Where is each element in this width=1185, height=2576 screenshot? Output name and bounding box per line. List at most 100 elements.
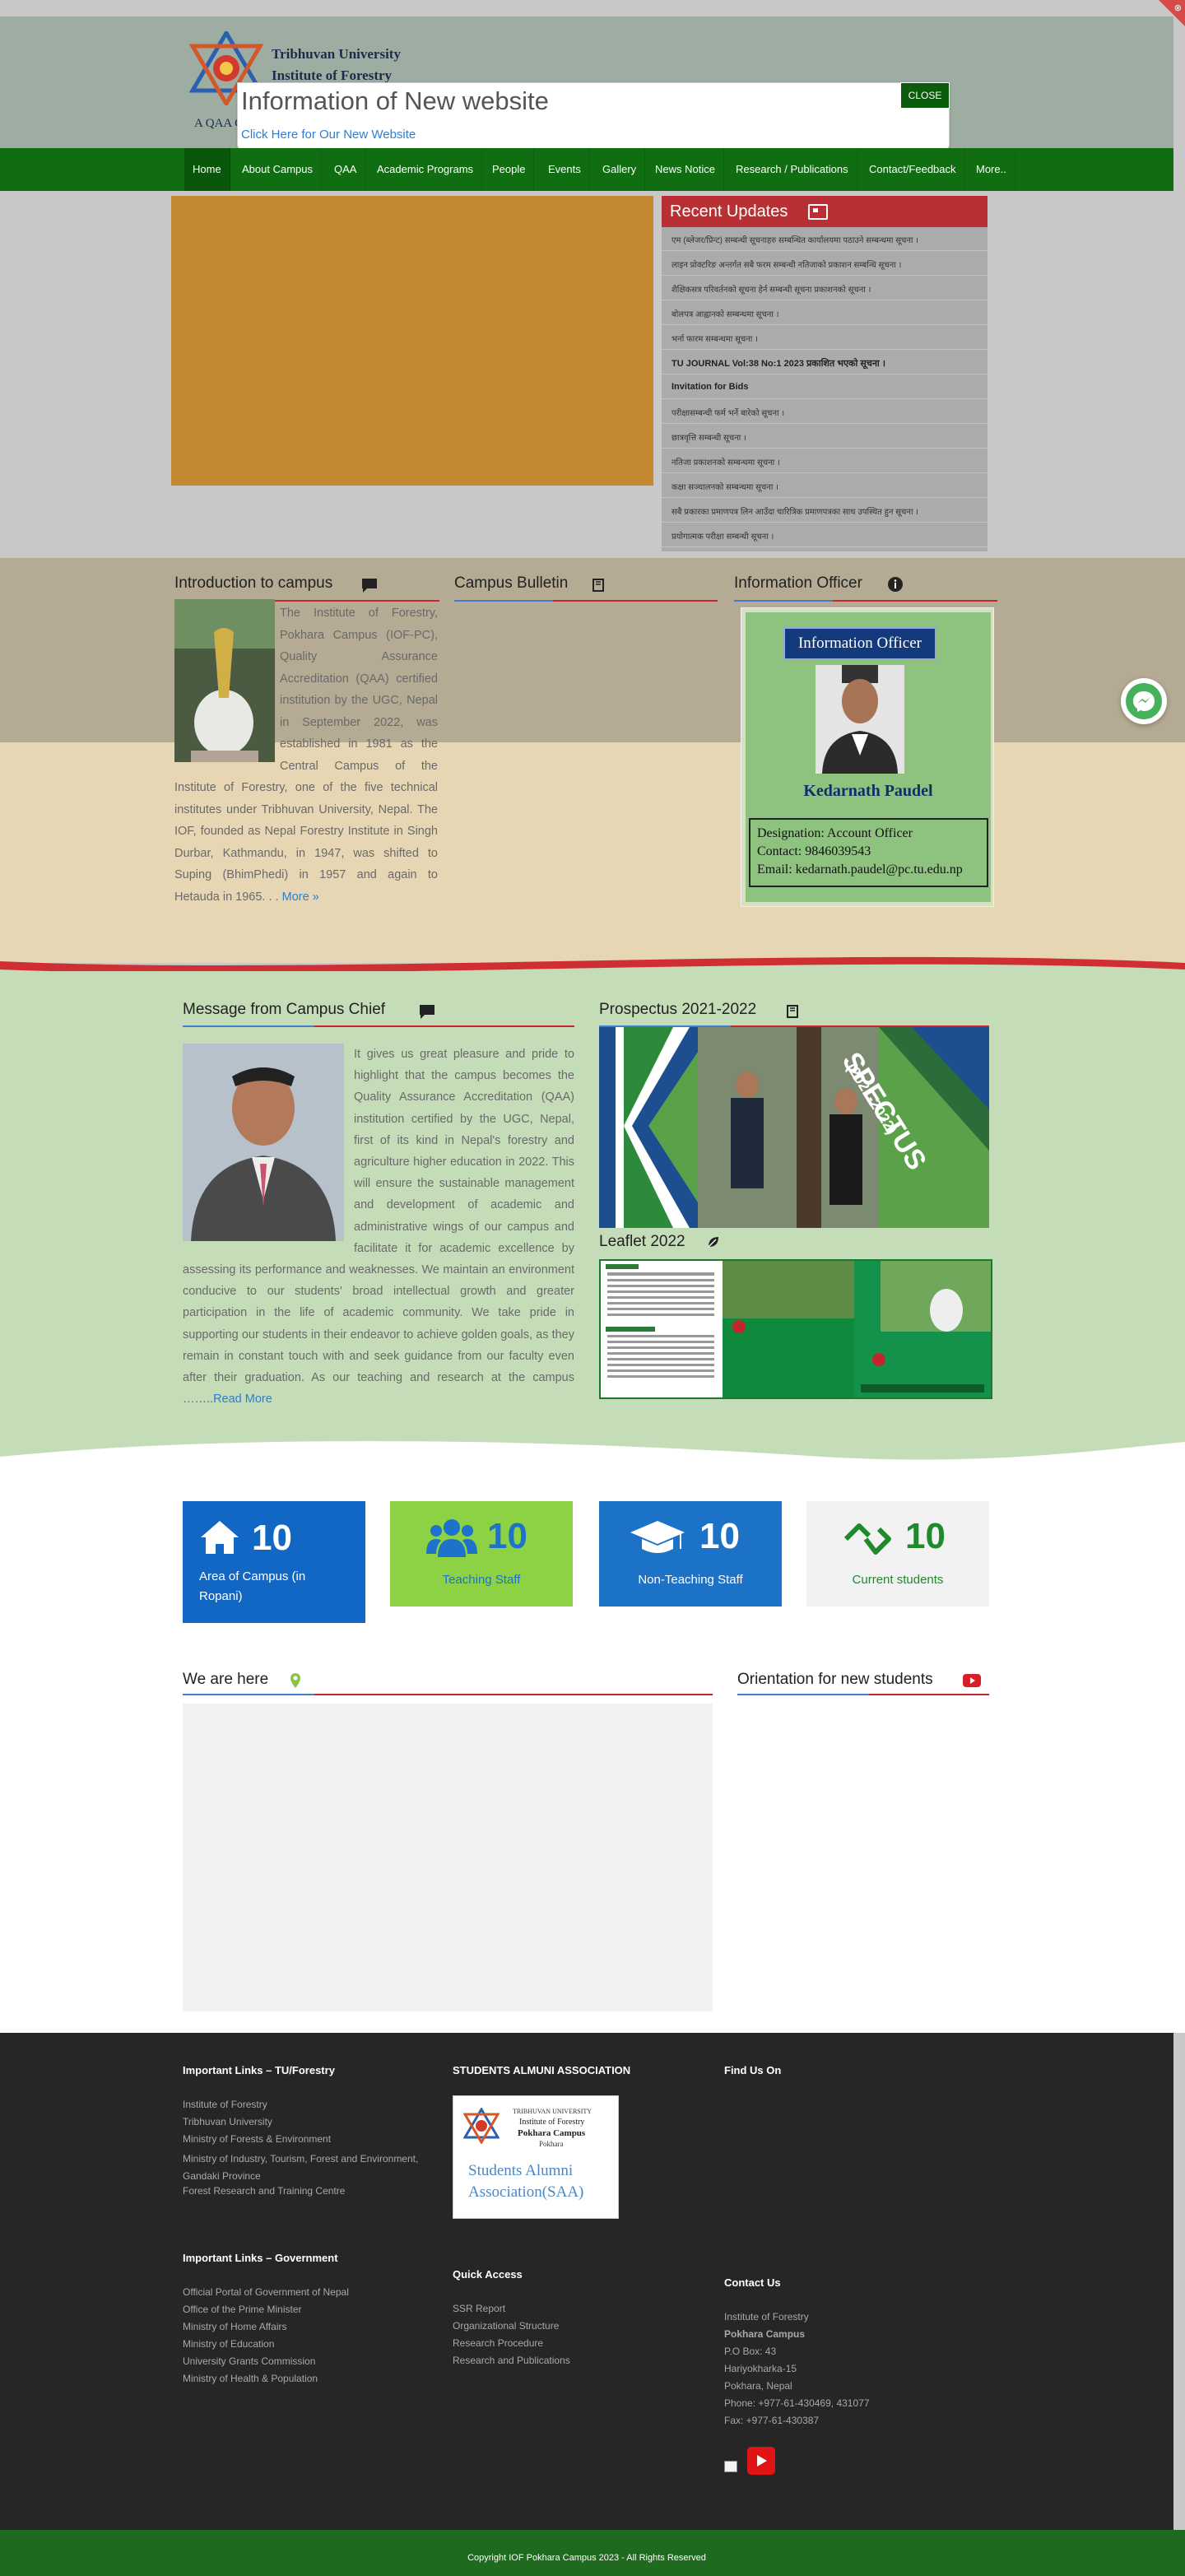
footer-link[interactable]: Tribhuvan University: [183, 2116, 272, 2127]
recent-updates-title: Recent Updates: [670, 202, 788, 221]
update-item[interactable]: प्रयोगात्मक परीक्षा सम्बन्धी सूचना ।: [662, 523, 988, 547]
update-text[interactable]: लाइन प्रोक्टरिङ अन्तर्गत सबै फरम सम्बन्ध…: [672, 258, 981, 270]
info-officer-title: Information Officer: [734, 574, 862, 592]
update-item[interactable]: भर्ना फारम सम्बन्धमा सूचना ।: [662, 326, 988, 350]
university-name: Tribhuvan University: [272, 46, 401, 62]
image-slider[interactable]: [171, 196, 653, 486]
contact-line: Hariyokharka-15: [724, 2363, 797, 2374]
copyright-text: Copyright IOF Pokhara Campus 2023 - All …: [467, 2553, 706, 2563]
facebook-link-icon[interactable]: [724, 2461, 737, 2472]
corner-close-icon[interactable]: ⊗: [1174, 2, 1182, 13]
messenger-icon[interactable]: [1126, 683, 1162, 719]
footer-link[interactable]: Research Procedure: [453, 2337, 543, 2349]
leaflet-image[interactable]: [599, 1259, 992, 1399]
prospectus-cover-image[interactable]: SPECTUS (2021-2022): [599, 1027, 989, 1228]
update-item[interactable]: नतिजा प्रकाशनको सम्बन्धमा सूचना ।: [662, 449, 988, 473]
popup-close-button[interactable]: CLOSE: [900, 82, 950, 109]
nav-research-publications[interactable]: Research / Publications: [727, 148, 857, 191]
stat-number: 10: [487, 1516, 527, 1556]
info-officer-title-underline: [734, 600, 997, 602]
we-are-here-underline: [183, 1694, 713, 1695]
orientation-title: Orientation for new students: [737, 1671, 933, 1688]
info-officer-photo: [816, 665, 904, 774]
popup-title: Information of New website: [241, 86, 549, 115]
update-item[interactable]: लाइन प्रोक्टरिङ अन्तर्गत सबै फरम सम्बन्ध…: [662, 252, 988, 276]
update-text[interactable]: नतिजा प्रकाशनको सम्बन्धमा सूचना ।: [672, 456, 981, 467]
update-text[interactable]: शैक्षिकसत्र परिवर्तनको सूचना हेर्न सम्बन…: [672, 283, 981, 295]
contact-line: P.O Box: 43: [724, 2346, 777, 2357]
nav-gallery[interactable]: Gallery: [594, 148, 646, 191]
update-item[interactable]: Invitation for Bids: [662, 375, 988, 399]
update-item[interactable]: छात्रवृत्ति सम्बन्धी सूचना ।: [662, 425, 988, 449]
footer-link[interactable]: Ministry of Education: [183, 2338, 274, 2350]
nav-contact-feedback[interactable]: Contact/Feedback: [861, 148, 965, 191]
info-officer-badge: Information Officer: [783, 627, 936, 660]
info-officer-name: Kedarnath Paudel: [803, 782, 933, 800]
top-strip: [0, 0, 1185, 16]
update-item[interactable]: एम (ब्लेजर/प्रिन्ट) सम्बन्धी सूचनाहरु सम…: [662, 227, 988, 251]
stat-label: Current students: [852, 1573, 944, 1587]
map-marker-icon: [290, 1673, 300, 1688]
users-icon: [426, 1519, 477, 1557]
info-icon: [888, 577, 903, 592]
recent-updates-header: Recent Updates: [662, 196, 988, 227]
nav-people[interactable]: People: [484, 148, 535, 191]
update-item[interactable]: सबै प्रकारका प्रमाणपत्र लिन आउँदा चारित्…: [662, 499, 988, 523]
stat-card-non-teaching: 10 Non-Teaching Staff: [599, 1501, 782, 1607]
update-text[interactable]: कक्षा सञ्चालनको सम्बन्धमा सूचना ।: [672, 481, 981, 492]
footer-find-us-title: Find Us On: [724, 2064, 782, 2076]
recent-updates-panel: Recent Updates एम (ब्लेजर/प्रिन्ट) सम्बन…: [662, 196, 988, 551]
update-text[interactable]: TU JOURNAL Vol:38 No:1 2023 प्रकाशित भएक…: [672, 357, 981, 370]
bulletin-title: Campus Bulletin: [454, 574, 569, 592]
update-text[interactable]: एम (ब्लेजर/प्रिन्ट) सम्बन्धी सूचनाहरु सम…: [672, 234, 981, 245]
stat-number: 10: [699, 1516, 740, 1556]
footer-link[interactable]: Ministry of Industry, Tourism, Forest an…: [183, 2151, 444, 2185]
footer-link[interactable]: SSR Report: [453, 2303, 505, 2314]
update-item[interactable]: परीक्षासम्बन्धी फर्म भर्ने बारेको सूचना …: [662, 400, 988, 424]
nav-qaa[interactable]: QAA: [326, 148, 366, 191]
stat-label: Non-Teaching Staff: [638, 1573, 743, 1587]
update-item[interactable]: बोलपत्र आह्वानको सम्बन्धमा सूचना ।: [662, 301, 988, 325]
update-text[interactable]: परीक्षासम्बन्धी फर्म भर्ने बारेको सूचना …: [672, 407, 981, 418]
book-icon: [787, 1005, 798, 1018]
update-text[interactable]: प्रयोगात्मक परीक्षा सम्बन्धी सूचना ।: [672, 530, 981, 542]
update-item[interactable]: TU JOURNAL Vol:38 No:1 2023 प्रकाशित भएक…: [662, 351, 988, 374]
nav-news-notice[interactable]: News Notice: [647, 148, 724, 191]
new-website-link[interactable]: Click Here for Our New Website: [241, 128, 416, 142]
update-text[interactable]: भर्ना फारम सम्बन्धमा सूचना ।: [672, 332, 981, 344]
update-text[interactable]: छात्रवृत्ति सम्बन्धी सूचना ।: [672, 431, 981, 443]
nav-events[interactable]: Events: [540, 148, 590, 191]
footer-link[interactable]: Organizational Structure: [453, 2320, 559, 2332]
footer-link[interactable]: Institute of Forestry: [183, 2099, 267, 2110]
message-band: [0, 971, 1185, 1465]
update-item[interactable]: शैक्षिकसत्र परिवर्तनको सूचना हेर्न सम्बन…: [662, 277, 988, 300]
footer-link[interactable]: Research and Publications: [453, 2355, 570, 2366]
footer-quick-access-title: Quick Access: [453, 2268, 523, 2281]
update-text[interactable]: Invitation for Bids: [672, 382, 981, 392]
graduation-cap-icon: [630, 1521, 685, 1553]
update-text[interactable]: बोलपत्र आह्वानको सम्बन्धमा सूचना ।: [672, 308, 981, 319]
footer-gov-links-title: Important Links – Government: [183, 2252, 338, 2264]
alumni-association-logo[interactable]: TRIBHUVAN UNIVERSITY Institute of Forest…: [453, 2095, 619, 2219]
qaa-tagline: A QAA C: [194, 117, 244, 130]
intro-more-link[interactable]: More »: [282, 890, 319, 904]
footer-link[interactable]: Ministry of Forests & Environment: [183, 2133, 331, 2145]
update-item[interactable]: कक्षा सञ्चालनको सम्बन्धमा सूचना ।: [662, 474, 988, 498]
youtube-link-icon[interactable]: [747, 2447, 775, 2475]
nav-home[interactable]: Home: [184, 148, 230, 191]
update-text[interactable]: सबै प्रकारका प्रमाणपत्र लिन आउँदा चारित्…: [672, 505, 981, 517]
chief-read-more-link[interactable]: Read More: [213, 1393, 272, 1406]
footer-link[interactable]: University Grants Commission: [183, 2355, 315, 2367]
location-map[interactable]: [183, 1704, 713, 2011]
nav-academic-programs[interactable]: Academic Programs: [369, 148, 483, 191]
stat-card-teaching: 10 Teaching Staff: [390, 1501, 573, 1607]
nav-about-campus[interactable]: About Campus: [234, 148, 322, 191]
footer-link[interactable]: Forest Research and Training Centre: [183, 2185, 345, 2197]
nav-more[interactable]: More..: [968, 148, 1015, 191]
footer-link[interactable]: Ministry of Health & Population: [183, 2373, 318, 2384]
footer-link[interactable]: Official Portal of Government of Nepal: [183, 2286, 349, 2298]
comment-icon: [362, 579, 377, 593]
footer-link[interactable]: Ministry of Home Affairs: [183, 2321, 286, 2332]
comment-icon: [420, 1005, 434, 1019]
footer-link[interactable]: Office of the Prime Minister: [183, 2304, 302, 2315]
